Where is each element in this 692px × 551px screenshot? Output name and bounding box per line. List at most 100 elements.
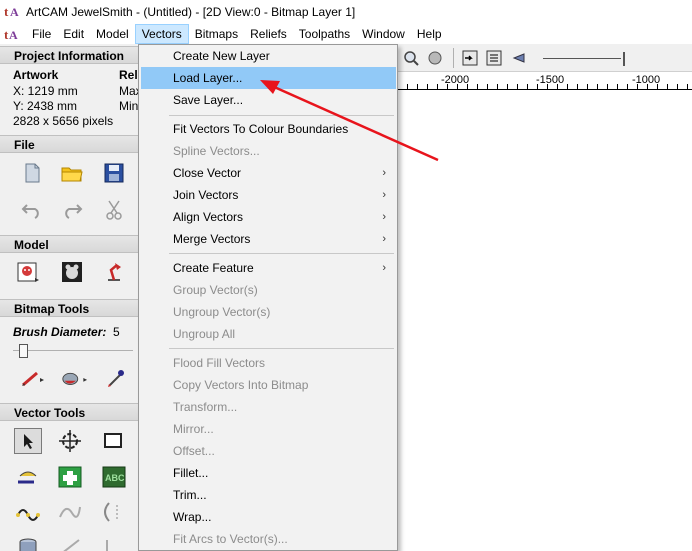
- new-file-icon[interactable]: [18, 160, 46, 186]
- menu-item-transform[interactable]: Transform...: [141, 396, 396, 418]
- vector-text-icon[interactable]: ABC: [100, 464, 128, 490]
- bitmap-tools-header[interactable]: Bitmap Tools: [0, 299, 139, 317]
- menu-item-label: Ungroup Vector(s): [173, 305, 271, 319]
- menu-item-join-vectors[interactable]: Join Vectors ›: [141, 184, 396, 206]
- node-edit-icon[interactable]: [14, 464, 42, 490]
- model-image-icon[interactable]: [14, 259, 42, 285]
- window-title: ArtCAM JewelSmith - (Untitled) - [2D Vie…: [26, 5, 356, 19]
- menu-item-align-vectors[interactable]: Align Vectors ›: [141, 206, 396, 228]
- menu-item-wrap[interactable]: Wrap...: [141, 506, 396, 528]
- create-shape-icon[interactable]: [56, 464, 84, 490]
- select-arrow-icon[interactable]: [14, 428, 42, 454]
- menu-item-label: Mirror...: [173, 422, 214, 436]
- brush-diameter-label: Brush Diameter:: [13, 325, 107, 339]
- relief-label: Rel: [119, 68, 138, 82]
- drawing-canvas[interactable]: [397, 91, 692, 551]
- menu-item-label: Load Layer...: [173, 71, 243, 85]
- menu-item-ungroup-all[interactable]: Ungroup All: [141, 323, 396, 345]
- svg-text:ABC: ABC: [105, 473, 125, 483]
- back-arrow-icon[interactable]: [506, 46, 530, 70]
- menu-item-copy-into-bitmap[interactable]: Copy Vectors Into Bitmap: [141, 374, 396, 396]
- menu-edit[interactable]: Edit: [57, 24, 90, 44]
- menu-item-flood-fill[interactable]: Flood Fill Vectors: [141, 352, 396, 374]
- artwork-label: Artwork: [13, 68, 59, 82]
- menu-item-mirror[interactable]: Mirror...: [141, 418, 396, 440]
- menu-item-label: Save Layer...: [173, 93, 244, 107]
- ruler-label: -2000: [441, 74, 470, 86]
- polyline-tool-icon[interactable]: [100, 534, 128, 551]
- spline-icon[interactable]: [14, 499, 42, 525]
- view-toolbar: [397, 44, 692, 72]
- vector-tools-header[interactable]: Vector Tools: [0, 403, 139, 421]
- arc-tool-icon[interactable]: [100, 499, 128, 525]
- menu-item-save-layer[interactable]: Save Layer...: [141, 89, 396, 111]
- cylinder-tool-icon[interactable]: [14, 534, 42, 551]
- menu-reliefs[interactable]: Reliefs: [244, 24, 293, 44]
- menu-item-trim[interactable]: Trim...: [141, 484, 396, 506]
- zoom-slider-track: [543, 58, 621, 59]
- svg-text:A: A: [9, 28, 18, 42]
- file-section-header[interactable]: File: [0, 135, 139, 153]
- submenu-arrow-icon: ›: [382, 211, 386, 223]
- redo-icon[interactable]: [58, 197, 86, 223]
- submenu-arrow-icon: ›: [382, 189, 386, 201]
- menu-item-create-feature[interactable]: Create Feature ›: [141, 257, 396, 279]
- open-folder-icon[interactable]: [58, 160, 86, 186]
- menu-separator: [169, 348, 394, 349]
- slider-thumb[interactable]: [19, 344, 28, 358]
- menu-item-label: Spline Vectors...: [173, 144, 260, 158]
- menu-vectors[interactable]: Vectors: [134, 24, 189, 44]
- menu-item-spline-vectors[interactable]: Spline Vectors...: [141, 140, 396, 162]
- brush-slider[interactable]: [13, 344, 133, 358]
- menu-item-offset[interactable]: Offset...: [141, 440, 396, 462]
- menu-item-fit-arcs[interactable]: Fit Arcs to Vector(s)...: [141, 528, 396, 550]
- rectangle-tool-icon[interactable]: [100, 428, 128, 454]
- relief-max: Max: [119, 84, 140, 98]
- document-icon[interactable]: tA: [4, 26, 20, 42]
- transform-icon[interactable]: [56, 428, 84, 454]
- paint-bucket-icon[interactable]: [60, 365, 88, 391]
- menu-item-merge-vectors[interactable]: Merge Vectors ›: [141, 228, 396, 250]
- horizontal-ruler: -2000 -1500 -1000: [397, 72, 692, 90]
- menu-window[interactable]: Window: [356, 24, 411, 44]
- menu-bitmaps[interactable]: Bitmaps: [189, 24, 244, 44]
- save-disk-icon[interactable]: [100, 160, 128, 186]
- menu-item-create-new-layer[interactable]: Create New Layer: [141, 45, 396, 67]
- menu-item-fit-vectors[interactable]: Fit Vectors To Colour Boundaries: [141, 118, 396, 140]
- title-bar: tA ArtCAM JewelSmith - (Untitled) - [2D …: [0, 0, 692, 24]
- paint-brush-icon[interactable]: [18, 365, 46, 391]
- menu-item-ungroup-vectors[interactable]: Ungroup Vector(s): [141, 301, 396, 323]
- menu-item-label: Create New Layer: [173, 49, 270, 63]
- menu-item-label: Flood Fill Vectors: [173, 356, 266, 370]
- undo-icon[interactable]: [18, 197, 46, 223]
- smooth-curve-icon[interactable]: [56, 499, 84, 525]
- line-tool-icon[interactable]: [56, 534, 84, 551]
- menu-item-load-layer[interactable]: Load Layer...: [141, 67, 396, 89]
- relief-teddy-icon[interactable]: [58, 259, 86, 285]
- artwork-x: X: 1219 mm: [13, 84, 78, 98]
- menu-toolpaths[interactable]: Toolpaths: [293, 24, 356, 44]
- menu-help[interactable]: Help: [411, 24, 448, 44]
- menu-model[interactable]: Model: [90, 24, 135, 44]
- color-picker-icon[interactable]: [102, 365, 130, 391]
- menu-item-group-vectors[interactable]: Group Vector(s): [141, 279, 396, 301]
- zoom-in-icon[interactable]: [399, 46, 423, 70]
- zoom-slider[interactable]: [543, 52, 633, 66]
- zoom-slider-thumb[interactable]: [623, 52, 625, 66]
- scissors-icon[interactable]: [100, 197, 128, 223]
- zoom-fit-icon[interactable]: [423, 46, 447, 70]
- layer-merge-icon[interactable]: [482, 46, 506, 70]
- layer-toggle-icon[interactable]: [458, 46, 482, 70]
- assistant-panel: Project Information Artwork Rel X: 1219 …: [0, 44, 140, 551]
- menu-item-label: Close Vector: [173, 166, 242, 180]
- menu-item-close-vector[interactable]: Close Vector ›: [141, 162, 396, 184]
- menu-file[interactable]: File: [26, 24, 57, 44]
- menu-item-fillet[interactable]: Fillet...: [141, 462, 396, 484]
- project-info-header[interactable]: Project Information: [0, 46, 139, 64]
- relief-min: Min: [119, 99, 139, 113]
- lamp-icon[interactable]: [100, 259, 128, 285]
- menu-item-label: Fillet...: [173, 466, 209, 480]
- menu-item-label: Align Vectors: [173, 210, 244, 224]
- ruler-label: -1000: [632, 74, 661, 86]
- model-section-header[interactable]: Model: [0, 235, 139, 253]
